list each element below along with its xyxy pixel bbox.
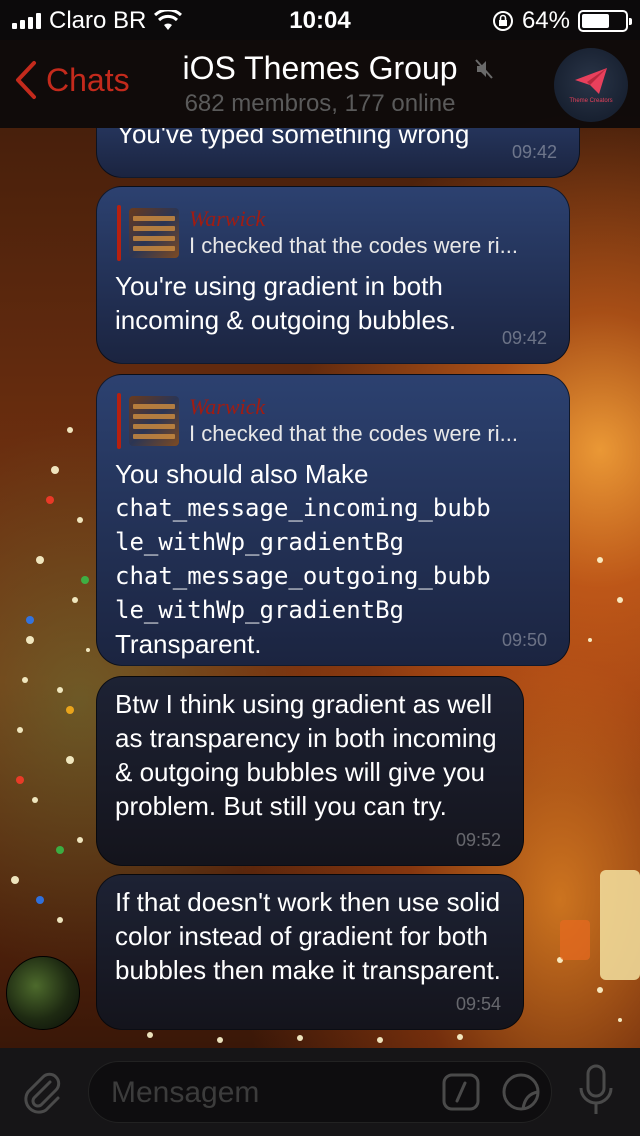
reply-preview[interactable]: Warwick I checked that the codes were ri… xyxy=(117,205,518,261)
message-time: 09:50 xyxy=(501,630,547,650)
reply-author: Warwick xyxy=(189,206,266,231)
message-text: You've typed something wrong xyxy=(117,128,470,149)
message-list[interactable]: You've typed something wrong 09:42 Warwi… xyxy=(0,128,640,1048)
chat-header: Chats iOS Themes Group 682 membros, 177 … xyxy=(0,40,640,128)
battery-percent: 64% xyxy=(521,7,570,34)
code-line: le_withWp_gradientBg xyxy=(115,596,404,624)
message-text: Transparent. xyxy=(115,629,262,659)
reply-author: Warwick xyxy=(189,394,266,419)
battery-fill xyxy=(582,14,609,28)
code-line: le_withWp_gradientBg xyxy=(115,528,404,556)
group-avatar[interactable]: Theme Creators xyxy=(554,48,628,122)
message-time: 09:42 xyxy=(511,142,557,162)
bot-command-icon[interactable] xyxy=(441,1072,481,1112)
reply-quote: I checked that the codes were ri... xyxy=(189,421,518,446)
paper-plane-icon xyxy=(575,68,607,94)
message-input[interactable]: Mensagem xyxy=(88,1061,552,1123)
reply-thumbnail xyxy=(129,396,179,446)
avatar-caption: Theme Creators xyxy=(569,98,613,104)
code-line: chat_message_outgoing_bubb xyxy=(115,562,491,590)
message-placeholder: Mensagem xyxy=(111,1076,260,1109)
chat-subtitle: 682 membros, 177 online xyxy=(184,90,456,117)
message-time: 09:42 xyxy=(501,328,547,348)
microphone-icon[interactable] xyxy=(576,1064,616,1120)
reply-bar xyxy=(117,393,121,449)
message-input-bar: Mensagem xyxy=(0,1048,640,1136)
reply-bar xyxy=(117,205,121,261)
reply-preview[interactable]: Warwick I checked that the codes were ri… xyxy=(117,393,518,449)
status-bar: Claro BR 10:04 64% xyxy=(0,0,640,40)
message-text: You should also Make xyxy=(115,459,369,489)
chat-title[interactable]: iOS Themes Group xyxy=(0,50,640,87)
code-line: chat_message_incoming_bubb xyxy=(115,494,491,522)
message-time: 09:52 xyxy=(455,830,501,850)
message-bubble[interactable]: Warwick I checked that the codes were ri… xyxy=(96,186,570,364)
message-text: If that doesn't work then use solid colo… xyxy=(115,887,501,985)
message-bubble[interactable]: Btw I think using gradient as well as tr… xyxy=(96,676,524,866)
battery-icon xyxy=(578,10,632,32)
message-time: 09:54 xyxy=(455,994,501,1014)
message-text: You're using gradient in both incoming &… xyxy=(115,271,457,335)
sticker-icon[interactable] xyxy=(501,1072,541,1112)
message-text: Btw I think using gradient as well as tr… xyxy=(115,689,497,821)
sender-avatar[interactable] xyxy=(6,956,80,1030)
reply-quote: I checked that the codes were ri... xyxy=(189,233,518,258)
orientation-lock-icon xyxy=(492,11,513,31)
reply-thumbnail xyxy=(129,208,179,258)
muted-icon xyxy=(475,59,493,79)
message-bubble[interactable]: You've typed something wrong 09:42 xyxy=(96,128,580,178)
message-bubble[interactable]: If that doesn't work then use solid colo… xyxy=(96,874,524,1030)
message-bubble[interactable]: Warwick I checked that the codes were ri… xyxy=(96,374,570,666)
paperclip-icon[interactable] xyxy=(20,1070,64,1116)
